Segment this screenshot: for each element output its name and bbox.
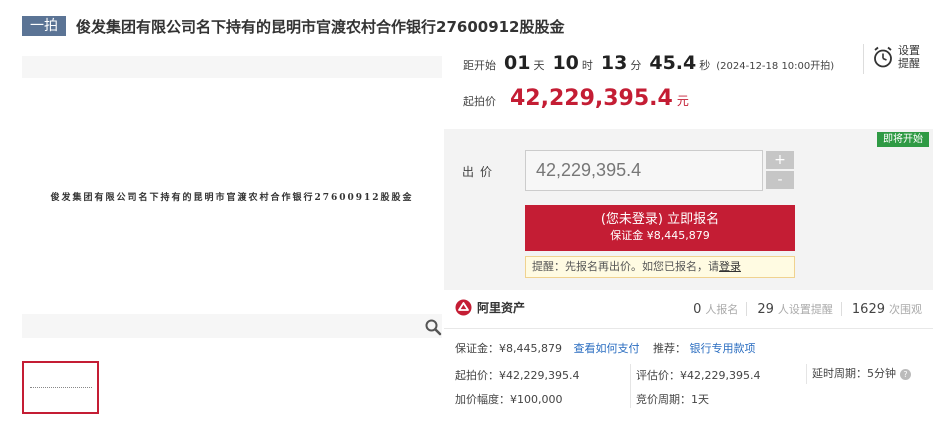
alarm-divider: [863, 44, 864, 74]
image-caption: 俊发集团有限公司名下持有的昆明市官渡农村合作银行27600912股股金: [50, 192, 414, 203]
ali-asset-logo-icon: [455, 299, 472, 316]
countdown-hours-unit: 时: [581, 59, 593, 72]
set-reminder-label: 设置 提醒: [898, 44, 920, 70]
platform-logo: 阿里资产: [455, 299, 525, 316]
alarm-clock-icon: [874, 46, 892, 68]
detail-start-price: 起拍价：¥42,229,395.4: [455, 369, 580, 382]
set-reminder-line1: 设置: [898, 44, 920, 57]
start-price: 起拍价 42,229,395.4 元: [463, 86, 689, 111]
bid-label: 出价: [462, 165, 499, 179]
login-link[interactable]: 登录: [719, 260, 741, 273]
how-to-pay-link[interactable]: 查看如何支付: [573, 342, 639, 355]
stats-divider: [746, 302, 748, 316]
reminder-label: 人设置提醒: [777, 303, 833, 316]
set-reminder-button[interactable]: 设置 提醒: [872, 44, 920, 70]
login-tip: 提醒：先报名再出价。如您已报名，请登录: [525, 256, 795, 278]
countdown-seconds-unit: 秒: [699, 59, 711, 72]
countdown-label: 距开始: [463, 59, 496, 72]
main-image[interactable]: 俊发集团有限公司名下持有的昆明市官渡农村合作银行27600912股股金: [22, 78, 442, 314]
view-label: 次围观: [889, 303, 922, 316]
page-header: 一拍 俊发集团有限公司名下持有的昆明市官渡农村合作银行27600912股股金: [22, 14, 565, 38]
deposit-row: 保证金：¥8,445,879 查看如何支付 推荐： 银行专用款项: [455, 340, 755, 356]
recommend-label: 推荐：: [652, 342, 686, 355]
signup-label: 人报名: [705, 303, 739, 316]
detail-delay-cycle: 延时周期：5分钟?: [812, 365, 911, 381]
decrease-bid-button[interactable]: -: [766, 171, 794, 189]
detail-appraisal: 评估价：¥42,229,395.4: [636, 369, 761, 382]
set-reminder-line2: 提醒: [898, 57, 920, 70]
view-count: 1629: [851, 302, 885, 317]
auction-round-tag: 一拍: [22, 16, 66, 36]
stats-divider: [840, 302, 842, 316]
countdown-hours: 10: [552, 52, 579, 74]
detail-divider: [630, 364, 631, 408]
signup-count: 0: [693, 302, 702, 317]
detail-increment: 加价幅度：¥100,000: [455, 393, 563, 406]
detail-divider: [806, 364, 807, 384]
stats-divider-line: [444, 328, 933, 329]
countdown-days: 01: [504, 52, 531, 74]
platform-name: 阿里资产: [477, 301, 526, 315]
countdown: 距开始 01 天 10 时 13 分 45.4 秒 (2024-12-18 10…: [463, 52, 834, 74]
login-tip-text: 提醒：先报名再出价。如您已报名，请: [532, 260, 719, 273]
detail-auction-cycle: 竞价周期：1天: [636, 393, 709, 406]
start-price-label: 起拍价: [463, 95, 496, 108]
zoom-icon[interactable]: [424, 318, 442, 336]
thumbnail-preview: [29, 387, 92, 388]
bank-account-link[interactable]: 银行专用款项: [689, 342, 755, 355]
countdown-minutes-unit: 分: [630, 59, 642, 72]
increase-bid-button[interactable]: +: [766, 151, 794, 169]
start-price-value: 42,229,395.4: [510, 86, 673, 111]
delay-cycle-text: 延时周期：5分钟: [812, 367, 896, 380]
media-top-strip: [22, 56, 442, 78]
register-deposit-label: 保证金 ¥8,445,879: [610, 229, 710, 242]
status-badge: 即将开始: [877, 132, 929, 147]
help-icon[interactable]: ?: [900, 368, 911, 380]
reminder-count: 29: [757, 302, 774, 317]
bid-panel: 即将开始 出价 42,229,395.4 + - (您未登录) 立即报名 保证金…: [444, 129, 933, 290]
deposit-amount: 保证金：¥8,445,879: [455, 342, 562, 355]
start-price-unit: 元: [676, 94, 689, 108]
countdown-days-unit: 天: [533, 59, 545, 72]
media-bottom-strip: [22, 314, 442, 338]
register-button[interactable]: (您未登录) 立即报名 保证金 ¥8,445,879: [525, 205, 795, 251]
page-title: 俊发集团有限公司名下持有的昆明市官渡农村合作银行27600912股股金: [76, 17, 565, 36]
countdown-minutes: 13: [600, 52, 628, 74]
image-thumbnail[interactable]: [22, 361, 99, 414]
bid-amount-input[interactable]: 42,229,395.4: [525, 150, 763, 191]
register-button-label: (您未登录) 立即报名: [600, 212, 720, 227]
countdown-seconds: 45.4: [649, 52, 697, 74]
auction-stats: 0 人报名 29 人设置提醒 1629 次围观: [683, 301, 922, 317]
start-time-note: (2024-12-18 10:00开拍): [716, 61, 835, 72]
